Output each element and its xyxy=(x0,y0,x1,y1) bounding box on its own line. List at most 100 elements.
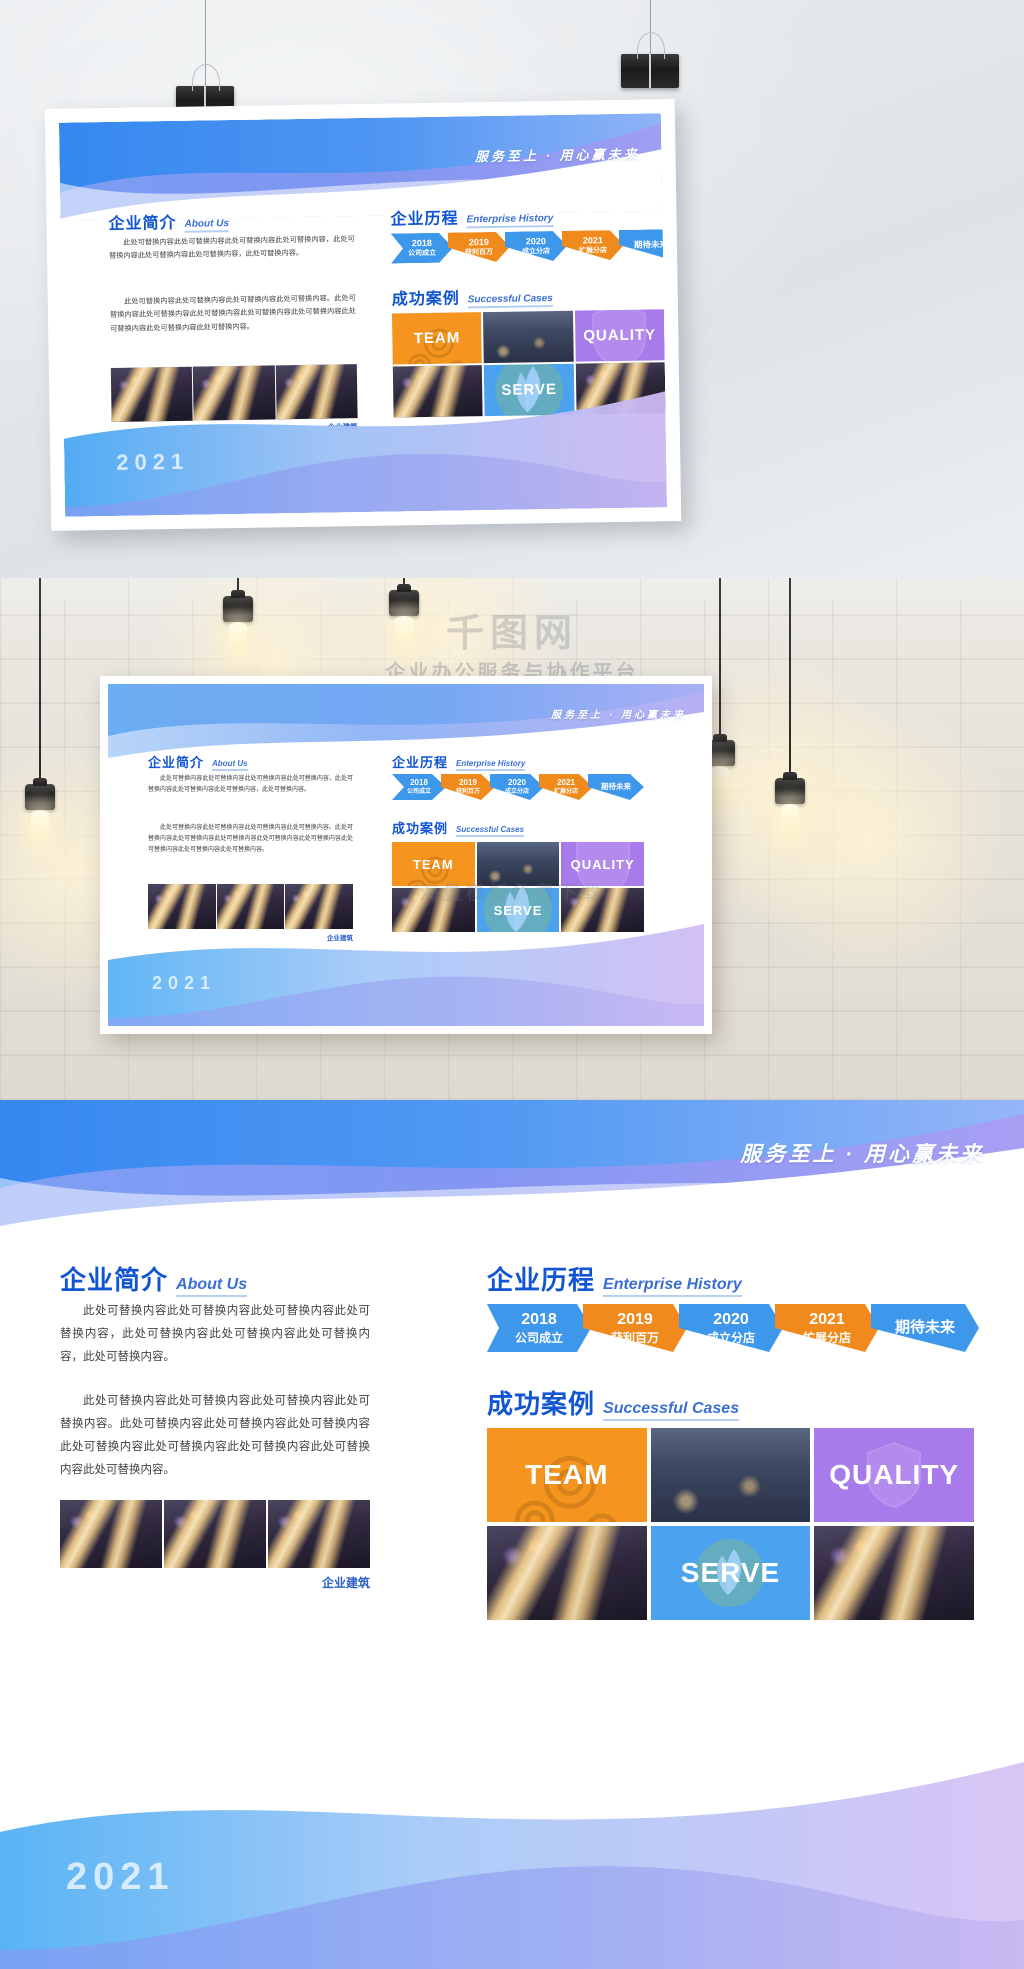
case-tile-quality: QUALITY xyxy=(814,1428,974,1522)
poster-artwork: 服务至上 · 用心赢未来 企业简介 About Us 此处可替换内容此处可替换内… xyxy=(108,684,704,1026)
poster-flat-design: 服务至上 · 用心赢未来 企业简介 About Us 此处可替换内容此处可替换内… xyxy=(0,1100,1024,1969)
timeline-step-year: 2021 xyxy=(809,1310,845,1328)
timeline-step-year: 2020 xyxy=(713,1310,749,1328)
timeline-step[interactable]: 期待未来 xyxy=(588,774,644,800)
history-heading: 企业历程 Enterprise History xyxy=(392,752,526,771)
history-title-cn: 企业历程 xyxy=(487,1266,596,1295)
poster-artwork: 服务至上 · 用心赢未来 企业简介 About Us 此处可替换内容此处可替换内… xyxy=(0,1100,1024,1969)
poster-slogan: 服务至上 · 用心赢未来 xyxy=(740,1143,984,1166)
building-photo xyxy=(268,1500,370,1568)
timeline-step[interactable]: 2018 公司成立 xyxy=(392,774,446,800)
timeline-step-year: 2019 xyxy=(459,777,477,787)
case-tile-quality: QUALITY xyxy=(574,309,665,362)
history-timeline: 2018 公司成立 2019 获利百万 2020 成立分店 2021 扩展分店 期待未来 xyxy=(392,774,644,800)
about-heading: 企业简介 About Us xyxy=(60,1260,248,1297)
timeline-step-label: 成立分店 xyxy=(504,789,529,796)
year-watermark: 2021 xyxy=(152,973,217,993)
timeline-step-label: 成立分店 xyxy=(521,248,551,256)
poster-slogan: 服务至上 · 用心赢未来 xyxy=(551,710,686,721)
about-paragraph-1: 此处可替换内容此处可替换内容此处可替换内容此处可替换内容，此处可替换内容此处可替… xyxy=(148,776,353,794)
timeline-step-year: 2021 xyxy=(557,777,575,787)
year-watermark: 2021 xyxy=(66,1856,175,1898)
cases-title-en: Successful Cases xyxy=(467,293,553,309)
timeline-step[interactable]: 2020 成立分店 xyxy=(679,1304,783,1352)
timeline-step-label: 公司成立 xyxy=(406,789,431,796)
building-photo xyxy=(60,1500,162,1568)
cases-grid: TEAM QUALITY SERVE xyxy=(487,1428,974,1620)
timeline-step-label: 公司成立 xyxy=(514,1330,563,1345)
case-tile-serve: SERVE xyxy=(476,888,560,932)
mockup-brickwall-scene: 千图网 企业办公服务与协作平台 服务至上 · 用心赢未来 企业简介 About … xyxy=(0,578,1024,1100)
case-tile-city-skyline-photo xyxy=(476,842,560,886)
case-tile-label: SERVE xyxy=(501,380,558,399)
cases-title-en: Successful Cases xyxy=(456,825,525,837)
timeline-step[interactable]: 2019 获利百万 xyxy=(441,774,495,800)
case-tile-label: QUALITY xyxy=(570,856,635,872)
timeline-step-year: 2019 xyxy=(468,236,489,247)
history-timeline: 2018 公司成立 2019 获利百万 2020 成立分店 2021 扩展分店 期待未来 xyxy=(391,229,667,264)
timeline-step-year: 2021 xyxy=(582,234,603,246)
history-timeline: 2018 公司成立 2019 获利百万 2020 成立分店 2021 扩展分店 期待未来 xyxy=(487,1304,979,1352)
history-title-cn: 企业历程 xyxy=(392,755,449,770)
binder-clip-right-icon xyxy=(621,32,679,88)
timeline-step-year: 2018 xyxy=(411,237,432,248)
timeline-step[interactable]: 2021 扩展分店 xyxy=(775,1304,879,1352)
case-tile-serve: SERVE xyxy=(484,363,575,417)
timeline-step[interactable]: 2019 获利百万 xyxy=(583,1304,687,1352)
case-tile-label: SERVE xyxy=(680,1557,781,1588)
history-title-cn: 企业历程 xyxy=(390,210,459,229)
case-tile-city-skyline-photo xyxy=(650,1428,811,1522)
timeline-step[interactable]: 2020 成立分店 xyxy=(505,231,567,262)
timeline-step-label: 获利百万 xyxy=(610,1330,659,1345)
timeline-step-label: 扩展分店 xyxy=(578,247,608,255)
cases-heading: 成功案例 Successful Cases xyxy=(392,818,525,837)
case-tile-team: TEAM xyxy=(391,312,483,365)
about-image-caption: 企业建筑 xyxy=(321,1576,370,1590)
cases-title-cn: 成功案例 xyxy=(391,290,460,309)
timeline-step[interactable]: 2021 扩展分店 xyxy=(562,230,624,261)
timeline-step-label: 扩展分店 xyxy=(802,1330,851,1345)
timeline-step[interactable]: 2018 公司成立 xyxy=(391,233,453,264)
cases-title-cn: 成功案例 xyxy=(487,1390,596,1419)
about-title-en: About Us xyxy=(184,218,230,233)
timeline-step[interactable]: 2019 获利百万 xyxy=(448,232,510,263)
case-tile-night-highway-photo xyxy=(814,1526,974,1620)
about-paragraph-2: 此处可替换内容此处可替换内容此处可替换内容此处可替换内容。此处可替换内容此处可替… xyxy=(60,1395,370,1476)
about-image-strip xyxy=(60,1500,370,1568)
case-tile-label: QUALITY xyxy=(583,326,657,345)
timeline-step[interactable]: 2021 扩展分店 xyxy=(539,774,593,800)
poster-preview-2[interactable]: 服务至上 · 用心赢未来 企业简介 About Us 此处可替换内容此处可替换内… xyxy=(100,676,712,1034)
history-heading: 企业历程 Enterprise History xyxy=(390,203,554,230)
cases-heading: 成功案例 Successful Cases xyxy=(487,1384,740,1421)
timeline-step-year: 2020 xyxy=(525,235,546,247)
timeline-step-label: 期待未来 xyxy=(894,1319,955,1337)
cases-heading: 成功案例 Successful Cases xyxy=(392,283,553,310)
case-tile-label: SERVE xyxy=(493,902,543,918)
timeline-step-label: 公司成立 xyxy=(407,249,437,258)
case-tile-city-skyline-photo xyxy=(483,310,574,364)
poster-artwork: 服务至上 · 用心赢未来 企业简介 About Us 此处可替换内容此处可替换内… xyxy=(58,113,668,517)
timeline-step[interactable]: 2018 公司成立 xyxy=(487,1304,591,1352)
cases-title-en: Successful Cases xyxy=(603,1400,740,1421)
cases-grid: TEAM QUALITY SERVE xyxy=(392,842,644,932)
timeline-step-label: 成立分店 xyxy=(706,1330,755,1345)
timeline-step[interactable]: 2020 成立分店 xyxy=(490,774,544,800)
timeline-step-year: 2019 xyxy=(617,1310,653,1328)
cases-title-cn: 成功案例 xyxy=(392,821,449,836)
history-heading: 企业历程 Enterprise History xyxy=(487,1260,742,1297)
timeline-step-label: 扩展分店 xyxy=(553,789,578,796)
building-photo xyxy=(164,1500,266,1568)
about-title-en: About Us xyxy=(212,759,248,771)
case-tile-label: QUALITY xyxy=(829,1459,960,1490)
timeline-step-label: 获利百万 xyxy=(464,248,494,257)
timeline-step[interactable]: 期待未来 xyxy=(871,1304,979,1352)
timeline-step[interactable]: 期待未来 xyxy=(619,229,667,260)
about-heading: 企业简介 About Us xyxy=(148,752,248,771)
history-title-en: Enterprise History xyxy=(603,1276,742,1297)
poster-slogan: 服务至上 · 用心赢未来 xyxy=(474,146,640,165)
about-title-cn: 企业简介 xyxy=(108,214,177,233)
poster-preview-1[interactable]: 服务至上 · 用心赢未来 企业简介 About Us 此处可替换内容此处可替换内… xyxy=(44,99,682,531)
year-watermark: 2021 xyxy=(116,448,190,475)
about-title-cn: 企业简介 xyxy=(148,755,205,770)
about-title-cn: 企业简介 xyxy=(60,1266,169,1295)
